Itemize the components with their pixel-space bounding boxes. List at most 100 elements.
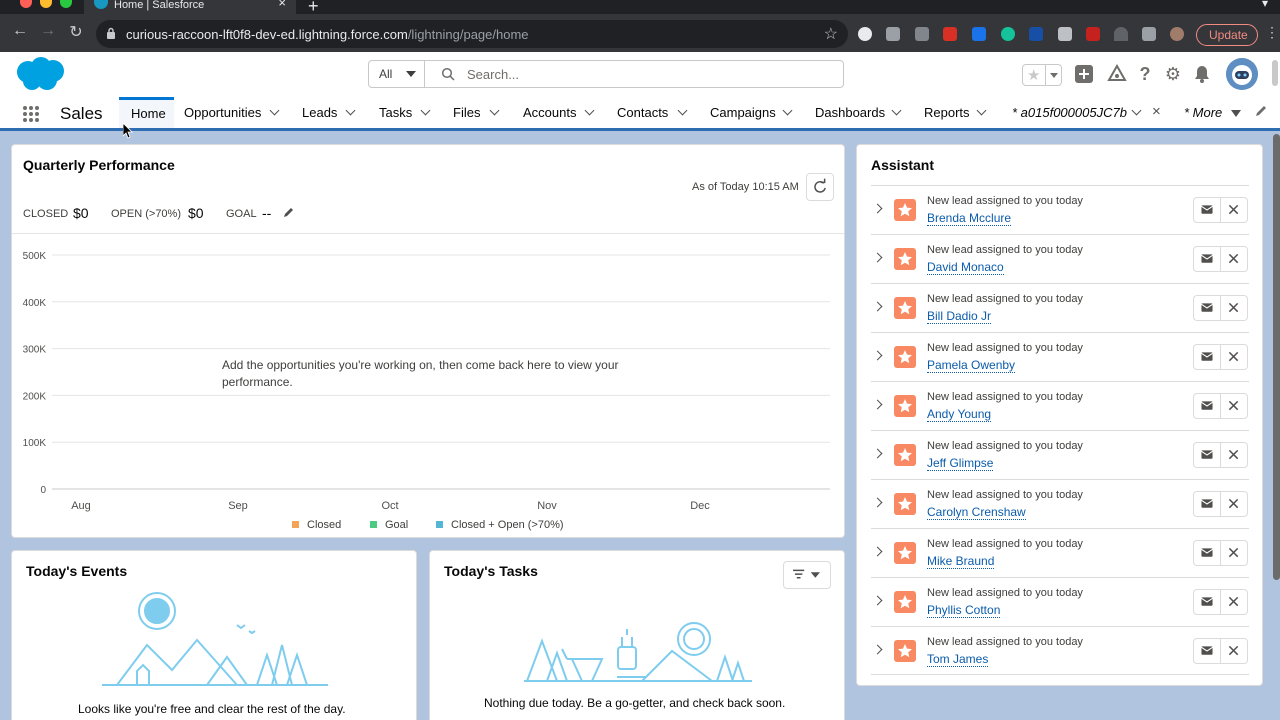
- tab-search-icon[interactable]: ▾: [1262, 0, 1268, 10]
- nav-item-tasks[interactable]: Tasks: [379, 97, 433, 128]
- search-scope-select[interactable]: All: [369, 61, 425, 87]
- chevron-down-icon[interactable]: [420, 105, 431, 116]
- assistant-item-lead-link[interactable]: Bill Dadio Jr: [927, 309, 992, 324]
- browser-tab[interactable]: Home | Salesforce ×: [84, 0, 296, 14]
- refresh-button[interactable]: [806, 173, 834, 201]
- dismiss-button[interactable]: [1220, 540, 1248, 566]
- favorites-button[interactable]: ★: [1022, 64, 1062, 86]
- chevron-down-icon[interactable]: [976, 105, 987, 116]
- nav-item-opportunities[interactable]: Opportunities: [184, 97, 284, 128]
- nav-item-dashboards[interactable]: Dashboards: [815, 97, 905, 128]
- header-scrollbar[interactable]: [1272, 60, 1278, 86]
- chevron-right-icon[interactable]: [872, 252, 883, 263]
- chevron-down-icon[interactable]: [1131, 105, 1142, 116]
- nav-item-leads[interactable]: Leads: [302, 97, 358, 128]
- dismiss-button[interactable]: [1220, 197, 1248, 223]
- assistant-item-lead-link[interactable]: David Monaco: [927, 260, 1004, 275]
- send-email-button[interactable]: [1193, 442, 1221, 468]
- forward-icon[interactable]: →: [38, 22, 58, 40]
- chevron-right-icon[interactable]: [872, 203, 883, 214]
- help-icon[interactable]: ?: [1135, 64, 1155, 84]
- assistant-item-lead-link[interactable]: Andy Young: [927, 407, 992, 422]
- extension-blue-icon[interactable]: [1029, 27, 1043, 41]
- dismiss-button[interactable]: [1220, 246, 1248, 272]
- nav-item-record-tab[interactable]: * a015f000005JC7b ×: [1012, 97, 1166, 128]
- assistant-item-lead-link[interactable]: Mike Braund: [927, 554, 995, 569]
- dismiss-button[interactable]: [1220, 344, 1248, 370]
- extension-play-icon[interactable]: [1058, 27, 1072, 41]
- user-avatar[interactable]: [1226, 58, 1258, 90]
- chevron-right-icon[interactable]: [872, 595, 883, 606]
- send-email-button[interactable]: [1193, 491, 1221, 517]
- setup-gear-icon[interactable]: ⚙: [1163, 64, 1183, 84]
- assistant-item-lead-link[interactable]: Pamela Owenby: [927, 358, 1016, 373]
- trailhead-icon[interactable]: [1107, 64, 1127, 84]
- chevron-down-icon[interactable]: [891, 105, 902, 116]
- chevron-right-icon[interactable]: [872, 497, 883, 508]
- task-filter-button[interactable]: [783, 561, 831, 589]
- chevron-right-icon[interactable]: [872, 301, 883, 312]
- chevron-right-icon[interactable]: [872, 448, 883, 459]
- extension-s-icon[interactable]: [858, 27, 872, 41]
- back-icon[interactable]: ←: [10, 22, 30, 40]
- bookmark-star-icon[interactable]: ☆: [824, 24, 838, 44]
- dismiss-button[interactable]: [1220, 491, 1248, 517]
- page-scrollbar[interactable]: [1273, 134, 1280, 580]
- chevron-down-icon[interactable]: [269, 105, 280, 116]
- nav-item-files[interactable]: Files: [453, 97, 503, 128]
- chevron-down-icon[interactable]: [782, 105, 793, 116]
- dismiss-button[interactable]: [1220, 295, 1248, 321]
- assistant-item-lead-link[interactable]: Tom James: [927, 652, 989, 667]
- edit-nav-pencil-icon[interactable]: [1254, 104, 1268, 118]
- extension-grammarly-icon[interactable]: [1001, 27, 1015, 41]
- browser-menu-icon[interactable]: ⋮: [1265, 24, 1279, 41]
- extension-arc-icon[interactable]: [1114, 27, 1128, 41]
- notifications-bell-icon[interactable]: [1192, 64, 1212, 84]
- assistant-item-lead-link[interactable]: Jeff Glimpse: [927, 456, 994, 471]
- chevron-down-icon[interactable]: [489, 105, 500, 116]
- assistant-item-lead-link[interactable]: Carolyn Crenshaw: [927, 505, 1026, 520]
- nav-item-more[interactable]: * More: [1184, 97, 1244, 128]
- send-email-button[interactable]: [1193, 197, 1221, 223]
- send-email-button[interactable]: [1193, 344, 1221, 370]
- nav-item-campaigns[interactable]: Campaigns: [710, 97, 796, 128]
- global-actions-icon[interactable]: [1074, 64, 1094, 84]
- send-email-button[interactable]: [1193, 589, 1221, 615]
- chevron-down-icon[interactable]: [677, 105, 688, 116]
- send-email-button[interactable]: [1193, 638, 1221, 664]
- dismiss-button[interactable]: [1220, 638, 1248, 664]
- minimize-window-icon[interactable]: [40, 0, 52, 8]
- extension-cloud-icon[interactable]: [886, 27, 900, 41]
- chevron-right-icon[interactable]: [872, 350, 883, 361]
- nav-item-contacts[interactable]: Contacts: [617, 97, 691, 128]
- extension-dots-icon[interactable]: [1086, 27, 1100, 41]
- dismiss-button[interactable]: [1220, 442, 1248, 468]
- nav-item-accounts[interactable]: Accounts: [523, 97, 598, 128]
- extension-red-icon[interactable]: [943, 27, 957, 41]
- profile-avatar-icon[interactable]: [1170, 27, 1184, 41]
- extension-grid-icon[interactable]: [915, 27, 929, 41]
- dismiss-button[interactable]: [1220, 393, 1248, 419]
- send-email-button[interactable]: [1193, 295, 1221, 321]
- nav-item-reports[interactable]: Reports: [924, 97, 990, 128]
- edit-goal-pencil-icon[interactable]: [283, 206, 295, 218]
- assistant-item-lead-link[interactable]: Phyllis Cotton: [927, 603, 1001, 618]
- chevron-right-icon[interactable]: [872, 546, 883, 557]
- chevron-right-icon[interactable]: [872, 644, 883, 655]
- chevron-right-icon[interactable]: [872, 399, 883, 410]
- search-input[interactable]: [467, 64, 827, 84]
- update-button[interactable]: Update: [1196, 24, 1258, 46]
- send-email-button[interactable]: [1193, 540, 1221, 566]
- send-email-button[interactable]: [1193, 246, 1221, 272]
- app-launcher-icon[interactable]: [22, 105, 40, 123]
- dismiss-button[interactable]: [1220, 589, 1248, 615]
- reload-icon[interactable]: ↻: [66, 22, 86, 42]
- close-tab-icon[interactable]: ×: [1152, 96, 1161, 127]
- chevron-down-icon[interactable]: [345, 105, 356, 116]
- close-tab-icon[interactable]: ×: [278, 0, 286, 9]
- chevron-down-icon[interactable]: [584, 105, 595, 116]
- salesforce-logo-icon[interactable]: [14, 56, 66, 92]
- maximize-window-icon[interactable]: [60, 0, 72, 8]
- send-email-button[interactable]: [1193, 393, 1221, 419]
- close-window-icon[interactable]: [20, 0, 32, 8]
